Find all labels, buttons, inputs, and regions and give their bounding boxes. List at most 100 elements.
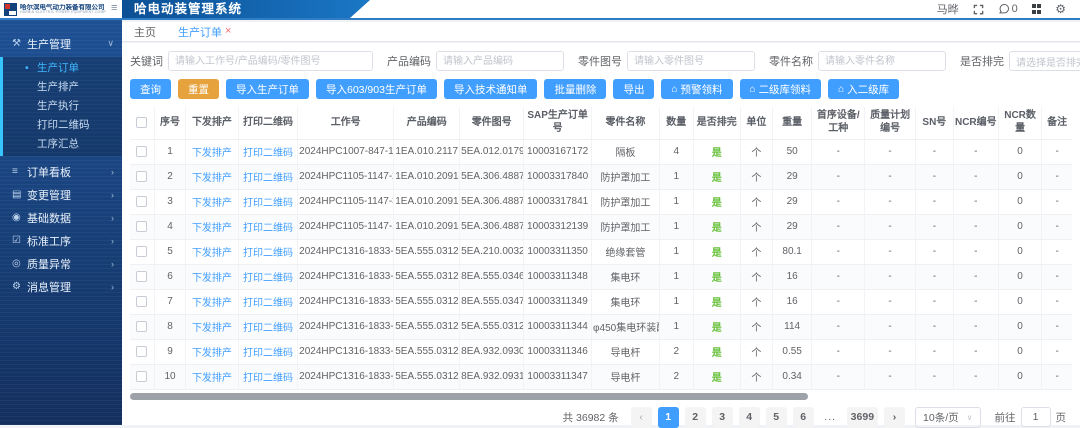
table-row: 6下发排产打印二维码2024HPC1316-1833-25EA.555.0312… — [130, 264, 1072, 289]
print-qrcode-link[interactable]: 打印二维码 — [243, 373, 293, 384]
sidebar-subitem-production-order[interactable]: 生产订单 — [3, 59, 122, 78]
import-603-903-order-button[interactable]: 导入603/903生产订单 — [316, 79, 437, 99]
tab-home[interactable]: 主页 — [134, 24, 156, 40]
tab-production-order[interactable]: 生产订单 × — [178, 24, 231, 40]
dispatch-link[interactable]: 下发排产 — [192, 323, 232, 334]
message-icon[interactable]: 0 — [998, 3, 1018, 15]
sidebar-item-production-management[interactable]: ⚒生产管理∨ — [0, 32, 122, 55]
sidebar-item-message-management[interactable]: ⚙消息管理› — [0, 275, 122, 298]
sidebar-item-standard-process[interactable]: ☑标准工序› — [0, 229, 122, 252]
sidebar-subitem-production-execution[interactable]: 生产执行 — [3, 97, 122, 116]
cell-ncr-no: - — [974, 246, 977, 257]
cell-drawing-no: 5EA.306.4887 — [461, 221, 524, 232]
query-button[interactable]: 查询 — [130, 79, 171, 99]
row-checkbox[interactable] — [136, 146, 147, 157]
page-button-3[interactable]: 3 — [712, 407, 733, 428]
dispatch-link[interactable]: 下发排产 — [192, 298, 232, 309]
keyword-input[interactable] — [168, 51, 373, 71]
warning-picking-button[interactable]: ⌂预警领料 — [661, 79, 732, 99]
gear-icon[interactable]: ⚙ — [1055, 3, 1066, 15]
cell-sn: - — [933, 171, 936, 182]
part-name-input[interactable] — [818, 51, 946, 71]
dispatch-link[interactable]: 下发排产 — [192, 248, 232, 259]
sidebar-subitem-print-qrcode[interactable]: 打印二维码 — [3, 116, 122, 135]
cell-ncr-qty: 0 — [1017, 196, 1023, 207]
user-name[interactable]: 马晔 — [937, 1, 959, 17]
goto-page-input[interactable] — [1021, 407, 1051, 427]
goto-suffix: 页 — [1056, 410, 1067, 425]
page-button-5[interactable]: 5 — [766, 407, 787, 428]
print-qrcode-link[interactable]: 打印二维码 — [243, 273, 293, 284]
import-tech-notice-button[interactable]: 导入技术通知单 — [444, 79, 538, 99]
sidebar-collapse-icon[interactable]: ≡ — [111, 2, 117, 14]
row-checkbox[interactable] — [136, 171, 147, 182]
dispatch-link[interactable]: 下发排产 — [192, 223, 232, 234]
row-checkbox[interactable] — [136, 246, 147, 257]
cell-weight: 114 — [784, 321, 800, 332]
print-qrcode-link[interactable]: 打印二维码 — [243, 248, 293, 259]
print-qrcode-link[interactable]: 打印二维码 — [243, 173, 293, 184]
select-all-checkbox[interactable] — [136, 117, 147, 128]
dispatch-link[interactable]: 下发排产 — [192, 148, 232, 159]
schedule-complete-select[interactable]: 请选择是否排完∨ — [1009, 51, 1080, 71]
row-checkbox[interactable] — [136, 271, 147, 282]
chevron-down-icon: ∨ — [107, 38, 114, 49]
fullscreen-icon[interactable] — [973, 4, 984, 15]
into-secondary-store-button[interactable]: ⌂入二级库 — [828, 79, 899, 99]
prev-page-button[interactable]: ‹ — [631, 407, 652, 428]
row-checkbox[interactable] — [136, 221, 147, 232]
dispatch-link[interactable]: 下发排产 — [192, 348, 232, 359]
batch-delete-button[interactable]: 批量删除 — [544, 79, 606, 99]
row-checkbox[interactable] — [136, 196, 147, 207]
print-qrcode-link[interactable]: 打印二维码 — [243, 298, 293, 309]
sidebar-item-base-data[interactable]: ◉基础数据› — [0, 206, 122, 229]
print-qrcode-link[interactable]: 打印二维码 — [243, 223, 293, 234]
secondary-store-picking-button[interactable]: ⌂二级库领料 — [740, 79, 822, 99]
cell-scheduled: 是 — [712, 198, 722, 209]
warehouse-icon: ⌂ — [750, 84, 756, 95]
dispatch-link[interactable]: 下发排产 — [192, 173, 232, 184]
horizontal-scrollbar[interactable] — [130, 393, 808, 400]
page-button-6[interactable]: 6 — [793, 407, 814, 428]
export-button[interactable]: 导出 — [613, 79, 654, 99]
chevron-right-icon: › — [111, 190, 114, 200]
apps-grid-icon[interactable] — [1032, 4, 1042, 14]
filter-row: 关键词产品编码零件图号零件名称是否排完请选择是否排完∨ — [130, 51, 1072, 71]
dispatch-link[interactable]: 下发排产 — [192, 373, 232, 384]
cell-drawing-no: 5EA.210.0032 — [461, 246, 524, 257]
print-qrcode-link[interactable]: 打印二维码 — [243, 348, 293, 359]
dispatch-link[interactable]: 下发排产 — [192, 273, 232, 284]
sidebar-item-change-management[interactable]: ▤变更管理› — [0, 183, 122, 206]
row-checkbox[interactable] — [136, 296, 147, 307]
page-size-select[interactable]: 10条/页∨ — [915, 407, 980, 428]
close-tab-icon[interactable]: × — [225, 26, 231, 37]
row-checkbox[interactable] — [136, 371, 147, 382]
goto-page: 前往页 — [995, 407, 1067, 427]
page-button-1[interactable]: 1 — [658, 407, 679, 428]
page-button-3699[interactable]: 3699 — [847, 407, 878, 428]
sidebar-item-quality-abnormal[interactable]: ◎质量异常› — [0, 252, 122, 275]
cell-remark: - — [1055, 221, 1058, 232]
page-button-4[interactable]: 4 — [739, 407, 760, 428]
cell-ncr-qty: 0 — [1017, 346, 1023, 357]
dispatch-link[interactable]: 下发排产 — [192, 198, 232, 209]
reset-button[interactable]: 重置 — [178, 79, 219, 99]
row-checkbox[interactable] — [136, 321, 147, 332]
sidebar-subitem-production-scheduling[interactable]: 生产排产 — [3, 78, 122, 97]
page-button-2[interactable]: 2 — [685, 407, 706, 428]
print-qrcode-link[interactable]: 打印二维码 — [243, 198, 293, 209]
cell-equip: - — [837, 296, 840, 307]
cell-equip: - — [837, 321, 840, 332]
print-qrcode-link[interactable]: 打印二维码 — [243, 148, 293, 159]
next-page-button[interactable]: › — [884, 407, 905, 428]
row-checkbox[interactable] — [136, 346, 147, 357]
sidebar-subitem-process-summary[interactable]: 工序汇总 — [3, 135, 122, 154]
import-production-order-button[interactable]: 导入生产订单 — [226, 79, 309, 99]
part-drawing-no-input[interactable] — [627, 51, 755, 71]
cell-ncr-qty: 0 — [1017, 146, 1023, 157]
filter-label: 是否排完 — [960, 53, 1004, 69]
print-qrcode-link[interactable]: 打印二维码 — [243, 323, 293, 334]
sidebar-item-order-board[interactable]: ≡订单看板› — [0, 160, 122, 183]
more-pages[interactable]: ... — [820, 407, 841, 428]
product-code-input[interactable] — [436, 51, 564, 71]
